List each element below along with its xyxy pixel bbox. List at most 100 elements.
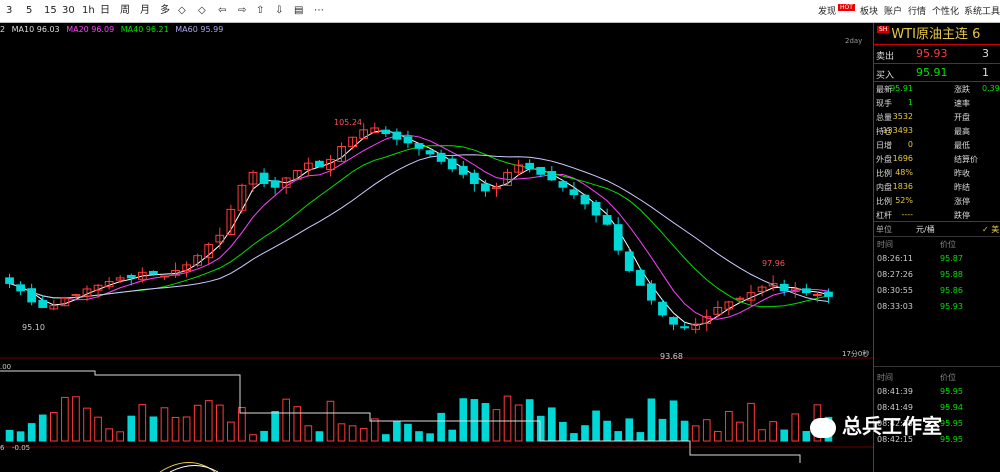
volume-bar — [381, 434, 390, 442]
arrow-up-icon[interactable]: ⇧ — [256, 4, 264, 18]
tick-price: 95.86 — [940, 286, 963, 295]
stat-label-2: 昨结 — [954, 183, 970, 192]
volume-bar — [503, 395, 512, 442]
candle-body — [259, 172, 269, 185]
stat-label-2: 开盘 — [954, 113, 970, 122]
unit-selector[interactable]: ✓ 美 — [982, 224, 999, 235]
candle-body — [458, 165, 468, 175]
candle-body — [569, 189, 579, 196]
stat-value: 3532 — [892, 112, 913, 121]
candle-body — [591, 202, 601, 216]
volume-bar — [49, 412, 58, 442]
layout-icon[interactable]: ▤ — [294, 4, 303, 18]
volume-bar — [282, 398, 291, 442]
volume-bar — [304, 425, 313, 442]
menu-discover[interactable]: 发现 HOT — [818, 4, 855, 17]
stat-value: 1 — [907, 98, 913, 107]
period-5[interactable]: 5 — [26, 4, 32, 18]
time-tag: 17分0秒 — [842, 349, 869, 358]
volume-bar — [404, 423, 412, 442]
period-30[interactable]: 30 — [62, 4, 75, 18]
volume-bar — [127, 415, 136, 442]
volume-bar — [547, 407, 556, 442]
volume-bar — [470, 399, 479, 442]
volume-bar — [559, 421, 567, 442]
volume-bar — [725, 410, 733, 442]
stat-value: 1836 — [892, 182, 913, 191]
candle-body — [558, 181, 568, 188]
stat-value: 48% — [895, 168, 913, 177]
volume-bar — [658, 418, 667, 442]
stat-value: 52% — [895, 196, 913, 205]
arrow-left-icon[interactable]: ⇦ — [218, 4, 226, 18]
menu-system-tools[interactable]: 系统工具 — [964, 4, 1000, 17]
menu-quotes[interactable]: 行情 — [908, 4, 926, 17]
macd-signal-line — [169, 465, 219, 472]
volume-bar — [271, 411, 279, 442]
divider-3 — [874, 81, 1000, 82]
volume-bar — [481, 403, 490, 442]
candle-body — [669, 316, 678, 325]
volume-bar — [204, 400, 213, 442]
volume-bar — [27, 423, 36, 442]
zoom-in-icon[interactable]: ◇ — [178, 4, 186, 18]
zoom-out-icon[interactable]: ◇ — [198, 4, 206, 18]
volume-bar — [83, 407, 91, 442]
candle-body — [403, 136, 413, 144]
volume-bar — [182, 416, 191, 442]
volume-bar — [227, 421, 235, 442]
volume-bar — [647, 398, 656, 442]
candle-body — [525, 162, 535, 170]
volume-bar — [691, 425, 700, 442]
volume-bar — [249, 434, 257, 442]
candle-body — [602, 215, 612, 225]
volume-bar — [603, 420, 611, 442]
volume-bar — [536, 415, 545, 442]
candle-body — [16, 284, 25, 292]
volume-bar — [769, 421, 777, 442]
menu-sector[interactable]: 板块 — [860, 4, 878, 17]
wechat-icon — [810, 417, 836, 438]
period-1h[interactable]: 1h — [82, 4, 95, 18]
candle-body — [613, 224, 623, 251]
volume-bar — [669, 400, 678, 442]
tick-time: 08:26:11 — [877, 254, 913, 263]
volume-bar — [780, 429, 789, 442]
volume-bar — [459, 398, 468, 442]
stat-label-2: 结算价 — [954, 155, 978, 164]
tick-time: 08:41:39 — [877, 387, 913, 396]
period-month[interactable]: 月 — [140, 4, 150, 18]
period-week[interactable]: 周 — [120, 4, 130, 18]
volume-bar — [38, 414, 47, 442]
candle-body — [425, 150, 435, 155]
macd-prefix: 6 — [0, 444, 5, 452]
arrow-right-icon[interactable]: ⇨ — [238, 4, 246, 18]
volume-bar — [791, 413, 800, 442]
arrow-down-icon[interactable]: ⇩ — [275, 4, 283, 18]
volume-bar — [393, 420, 401, 442]
candle-body — [547, 171, 557, 181]
candle-body — [680, 326, 689, 329]
candle-body — [635, 269, 645, 286]
period-day[interactable]: 日 — [100, 4, 110, 18]
volume-bar — [5, 429, 14, 442]
stat-label: 比例 — [876, 169, 892, 178]
tick-time: 08:33:03 — [877, 302, 913, 311]
period-multi[interactable]: 多 — [160, 4, 170, 18]
candle-body — [414, 143, 424, 149]
quote-panel: SH WTI原油主连 6 卖出 95.93 3 买入 95.91 1 最新 95.9… — [873, 23, 1000, 472]
candle-body — [624, 251, 634, 271]
kline-chart[interactable]: 105.24 95.10 93.68 97.96 2day 17分0秒 .00 … — [0, 23, 873, 472]
volume-bar — [437, 412, 445, 442]
more-icon[interactable]: ⋯ — [314, 4, 324, 18]
candle-body — [779, 283, 789, 292]
peak-right-label: 97.96 — [762, 259, 785, 268]
period-15[interactable]: 15 — [44, 4, 57, 18]
period-3[interactable]: 3 — [6, 4, 12, 18]
menu-account[interactable]: 账户 — [884, 4, 902, 17]
volume-bar — [337, 423, 346, 442]
volume-bar — [293, 406, 302, 442]
volume-bar — [592, 410, 600, 442]
contract-title: SH WTI原油主连 6 — [877, 26, 981, 42]
menu-personalize[interactable]: 个性化 — [932, 4, 959, 17]
